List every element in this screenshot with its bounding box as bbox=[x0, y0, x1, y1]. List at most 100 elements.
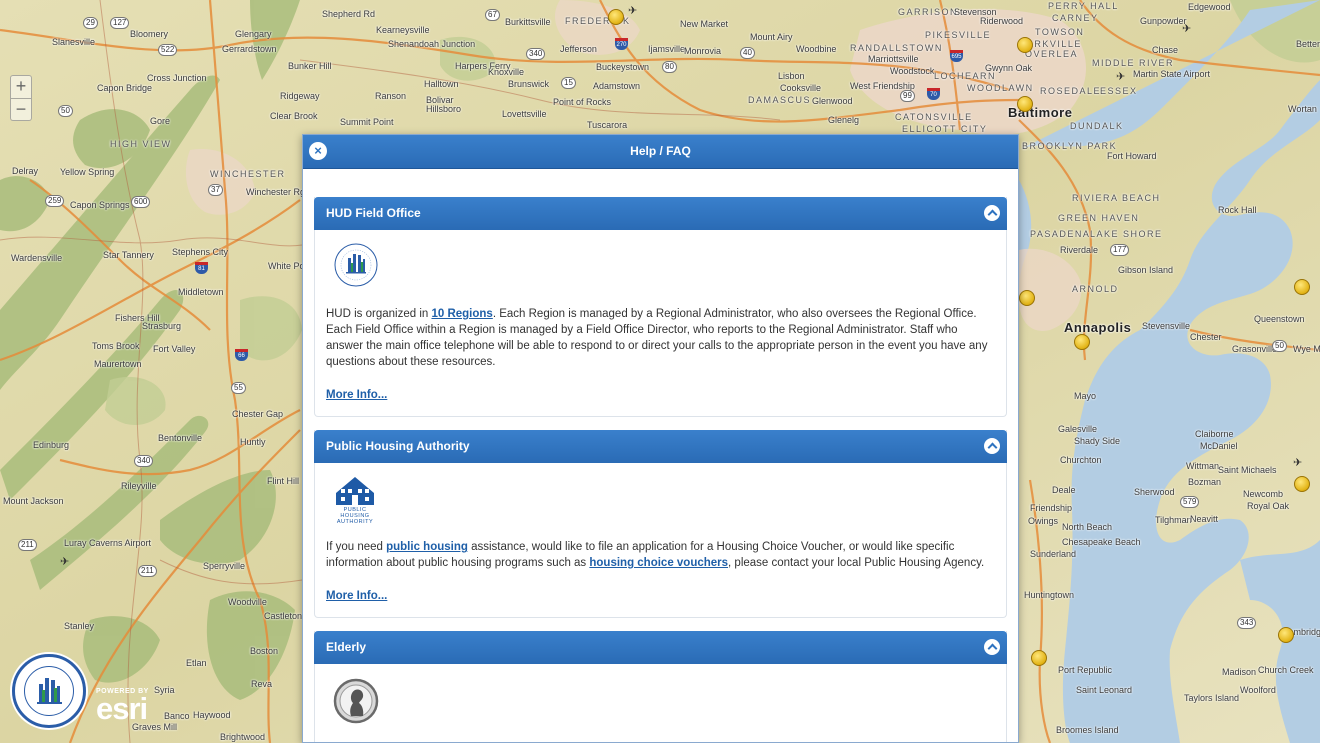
office-marker[interactable] bbox=[1074, 334, 1090, 350]
map-place-label: Middletown bbox=[178, 287, 224, 297]
map-place-label: Chester bbox=[1190, 332, 1222, 342]
map-place-label: ELLICOTT CITY bbox=[902, 124, 988, 134]
section-content: PUBLIC HOUSING AUTHORITY If you need pub… bbox=[315, 463, 1006, 618]
airport-icon: ✈ bbox=[60, 556, 70, 568]
dialog-header: × Help / FAQ bbox=[303, 135, 1018, 169]
map-place-label: Gibson Island bbox=[1118, 265, 1174, 275]
map-place-label: WINCHESTER bbox=[210, 169, 286, 179]
map-place-label: Ranson bbox=[375, 91, 407, 101]
map-place-label: ARNOLD bbox=[1072, 284, 1119, 294]
office-marker[interactable] bbox=[1017, 96, 1033, 112]
map-place-label: Queenstown bbox=[1254, 314, 1305, 324]
map-place-label: Church Creek bbox=[1258, 665, 1314, 675]
map-place-label: Chesapeake Beach bbox=[1062, 537, 1141, 547]
more-info-link[interactable]: More Info... bbox=[326, 588, 387, 604]
zoom-out-button[interactable]: − bbox=[11, 98, 31, 120]
route-shield: 343 bbox=[1237, 617, 1257, 629]
chevron-up-icon[interactable] bbox=[984, 205, 1000, 221]
map-place-label: PIKESVILLE bbox=[925, 30, 992, 40]
chevron-up-icon[interactable] bbox=[984, 438, 1000, 454]
map-place-label: HIGH VIEW bbox=[110, 139, 172, 149]
office-marker[interactable] bbox=[1294, 476, 1310, 492]
map-place-label: Gunpowder bbox=[1140, 16, 1187, 26]
map-place-label: Buckeystown bbox=[596, 62, 650, 72]
route-shield: 80 bbox=[662, 61, 677, 73]
map-place-label: GREEN HAVEN bbox=[1058, 213, 1140, 223]
map-place-label: Sperryville bbox=[203, 561, 246, 571]
route-shield: 99 bbox=[900, 90, 915, 102]
map-place-label: LOCHEARN bbox=[934, 71, 997, 81]
zoom-in-button[interactable]: + bbox=[11, 76, 31, 98]
office-marker[interactable] bbox=[1031, 650, 1047, 666]
map-place-label: Shady Side bbox=[1074, 436, 1121, 446]
section-hud-field-office: HUD Field Office HUD is organized in 10 … bbox=[314, 197, 1007, 417]
section-header[interactable]: Elderly bbox=[314, 631, 1007, 664]
route-shield: 50 bbox=[58, 105, 73, 117]
map-place-label: Mayo bbox=[1074, 391, 1097, 401]
map-place-label: Wardensville bbox=[11, 253, 63, 263]
map-place-label: DUNDALK bbox=[1070, 121, 1124, 131]
regions-link[interactable]: 10 Regions bbox=[431, 308, 492, 320]
map-place-label: Haywood bbox=[193, 710, 231, 720]
map-place-label: Bozman bbox=[1188, 477, 1222, 487]
map-place-label: Reva bbox=[251, 679, 273, 689]
description-text: HUD is organized in bbox=[326, 308, 432, 320]
section-header[interactable]: Public Housing Authority bbox=[314, 430, 1007, 463]
map-place-label: Adamstown bbox=[593, 81, 641, 91]
public-housing-link[interactable]: public housing bbox=[386, 541, 468, 553]
map-place-label: Bentonville bbox=[158, 433, 203, 443]
map-place-label: Woodbine bbox=[796, 44, 837, 54]
map-place-label: Castleton bbox=[264, 611, 303, 621]
map-place-label: OVERLEA bbox=[1025, 49, 1079, 59]
route-shield: 522 bbox=[158, 44, 178, 56]
map-place-label: Friendship bbox=[1030, 503, 1073, 513]
zoom-control: + − bbox=[10, 75, 32, 121]
map-place-label: Saint Leonard bbox=[1076, 685, 1133, 695]
description-text: , please contact your local Public Housi… bbox=[728, 557, 985, 569]
route-shield: 340 bbox=[526, 48, 546, 60]
section-elderly: Elderly bbox=[314, 631, 1007, 742]
map-place-label: Woodstock bbox=[890, 66, 935, 76]
route-shield: 55 bbox=[231, 382, 246, 394]
map-place-label: Annapolis bbox=[1064, 320, 1132, 335]
map-place-label: Star Tannery bbox=[103, 250, 154, 260]
office-marker[interactable] bbox=[1294, 279, 1310, 295]
help-faq-dialog: × Help / FAQ HUD Field Office HUD is org… bbox=[302, 134, 1019, 743]
map-place-label: Gerrardstown bbox=[222, 44, 277, 54]
map-place-label: Slanesville bbox=[52, 37, 96, 47]
dialog-body[interactable]: HUD Field Office HUD is organized in 10 … bbox=[303, 170, 1018, 742]
map-place-label: PERRY HALL bbox=[1048, 1, 1119, 11]
office-marker[interactable] bbox=[1278, 627, 1294, 643]
section-header[interactable]: HUD Field Office bbox=[314, 197, 1007, 230]
chevron-up-icon[interactable] bbox=[984, 639, 1000, 655]
map-place-label: Cross Junction bbox=[147, 73, 207, 83]
office-marker[interactable] bbox=[608, 9, 624, 25]
map-place-label: Grasonville bbox=[1232, 344, 1278, 354]
housing-choice-vouchers-link[interactable]: housing choice vouchers bbox=[589, 557, 728, 569]
office-marker[interactable] bbox=[1019, 290, 1035, 306]
map-place-label: Royal Oak bbox=[1247, 501, 1290, 511]
map-place-label: Strasburg bbox=[142, 321, 182, 331]
map-place-label: Huntly bbox=[240, 437, 266, 447]
map-place-label: New Market bbox=[680, 19, 729, 29]
section-description: If you need public housing assistance, w… bbox=[326, 539, 995, 571]
map-place-label: Syria bbox=[154, 685, 175, 695]
map-place-label: Riderwood bbox=[980, 16, 1024, 26]
map-place-label: ESSEX bbox=[1100, 86, 1138, 96]
map-place-label: Woodville bbox=[228, 597, 267, 607]
map-place-label: Kearneysville bbox=[376, 25, 430, 35]
route-shield: 579 bbox=[1180, 496, 1200, 508]
map-place-label: Cooksville bbox=[780, 83, 822, 93]
map-place-label: Knoxville bbox=[488, 67, 525, 77]
map-place-label: Port Republic bbox=[1058, 665, 1113, 675]
map-place-label: Shenandoah Junction bbox=[388, 39, 476, 49]
map-place-label: PASADENA bbox=[1030, 229, 1091, 239]
map-place-label: Bloomery bbox=[130, 29, 169, 39]
map-place-label: Glengary bbox=[235, 29, 272, 39]
map-place-label: Yellow Spring bbox=[60, 167, 115, 177]
map-place-label: Banco bbox=[164, 711, 190, 721]
map-place-label: Toms Brook bbox=[92, 341, 140, 351]
more-info-link[interactable]: More Info... bbox=[326, 387, 387, 403]
office-marker[interactable] bbox=[1017, 37, 1033, 53]
route-shield: 50 bbox=[1272, 340, 1287, 352]
